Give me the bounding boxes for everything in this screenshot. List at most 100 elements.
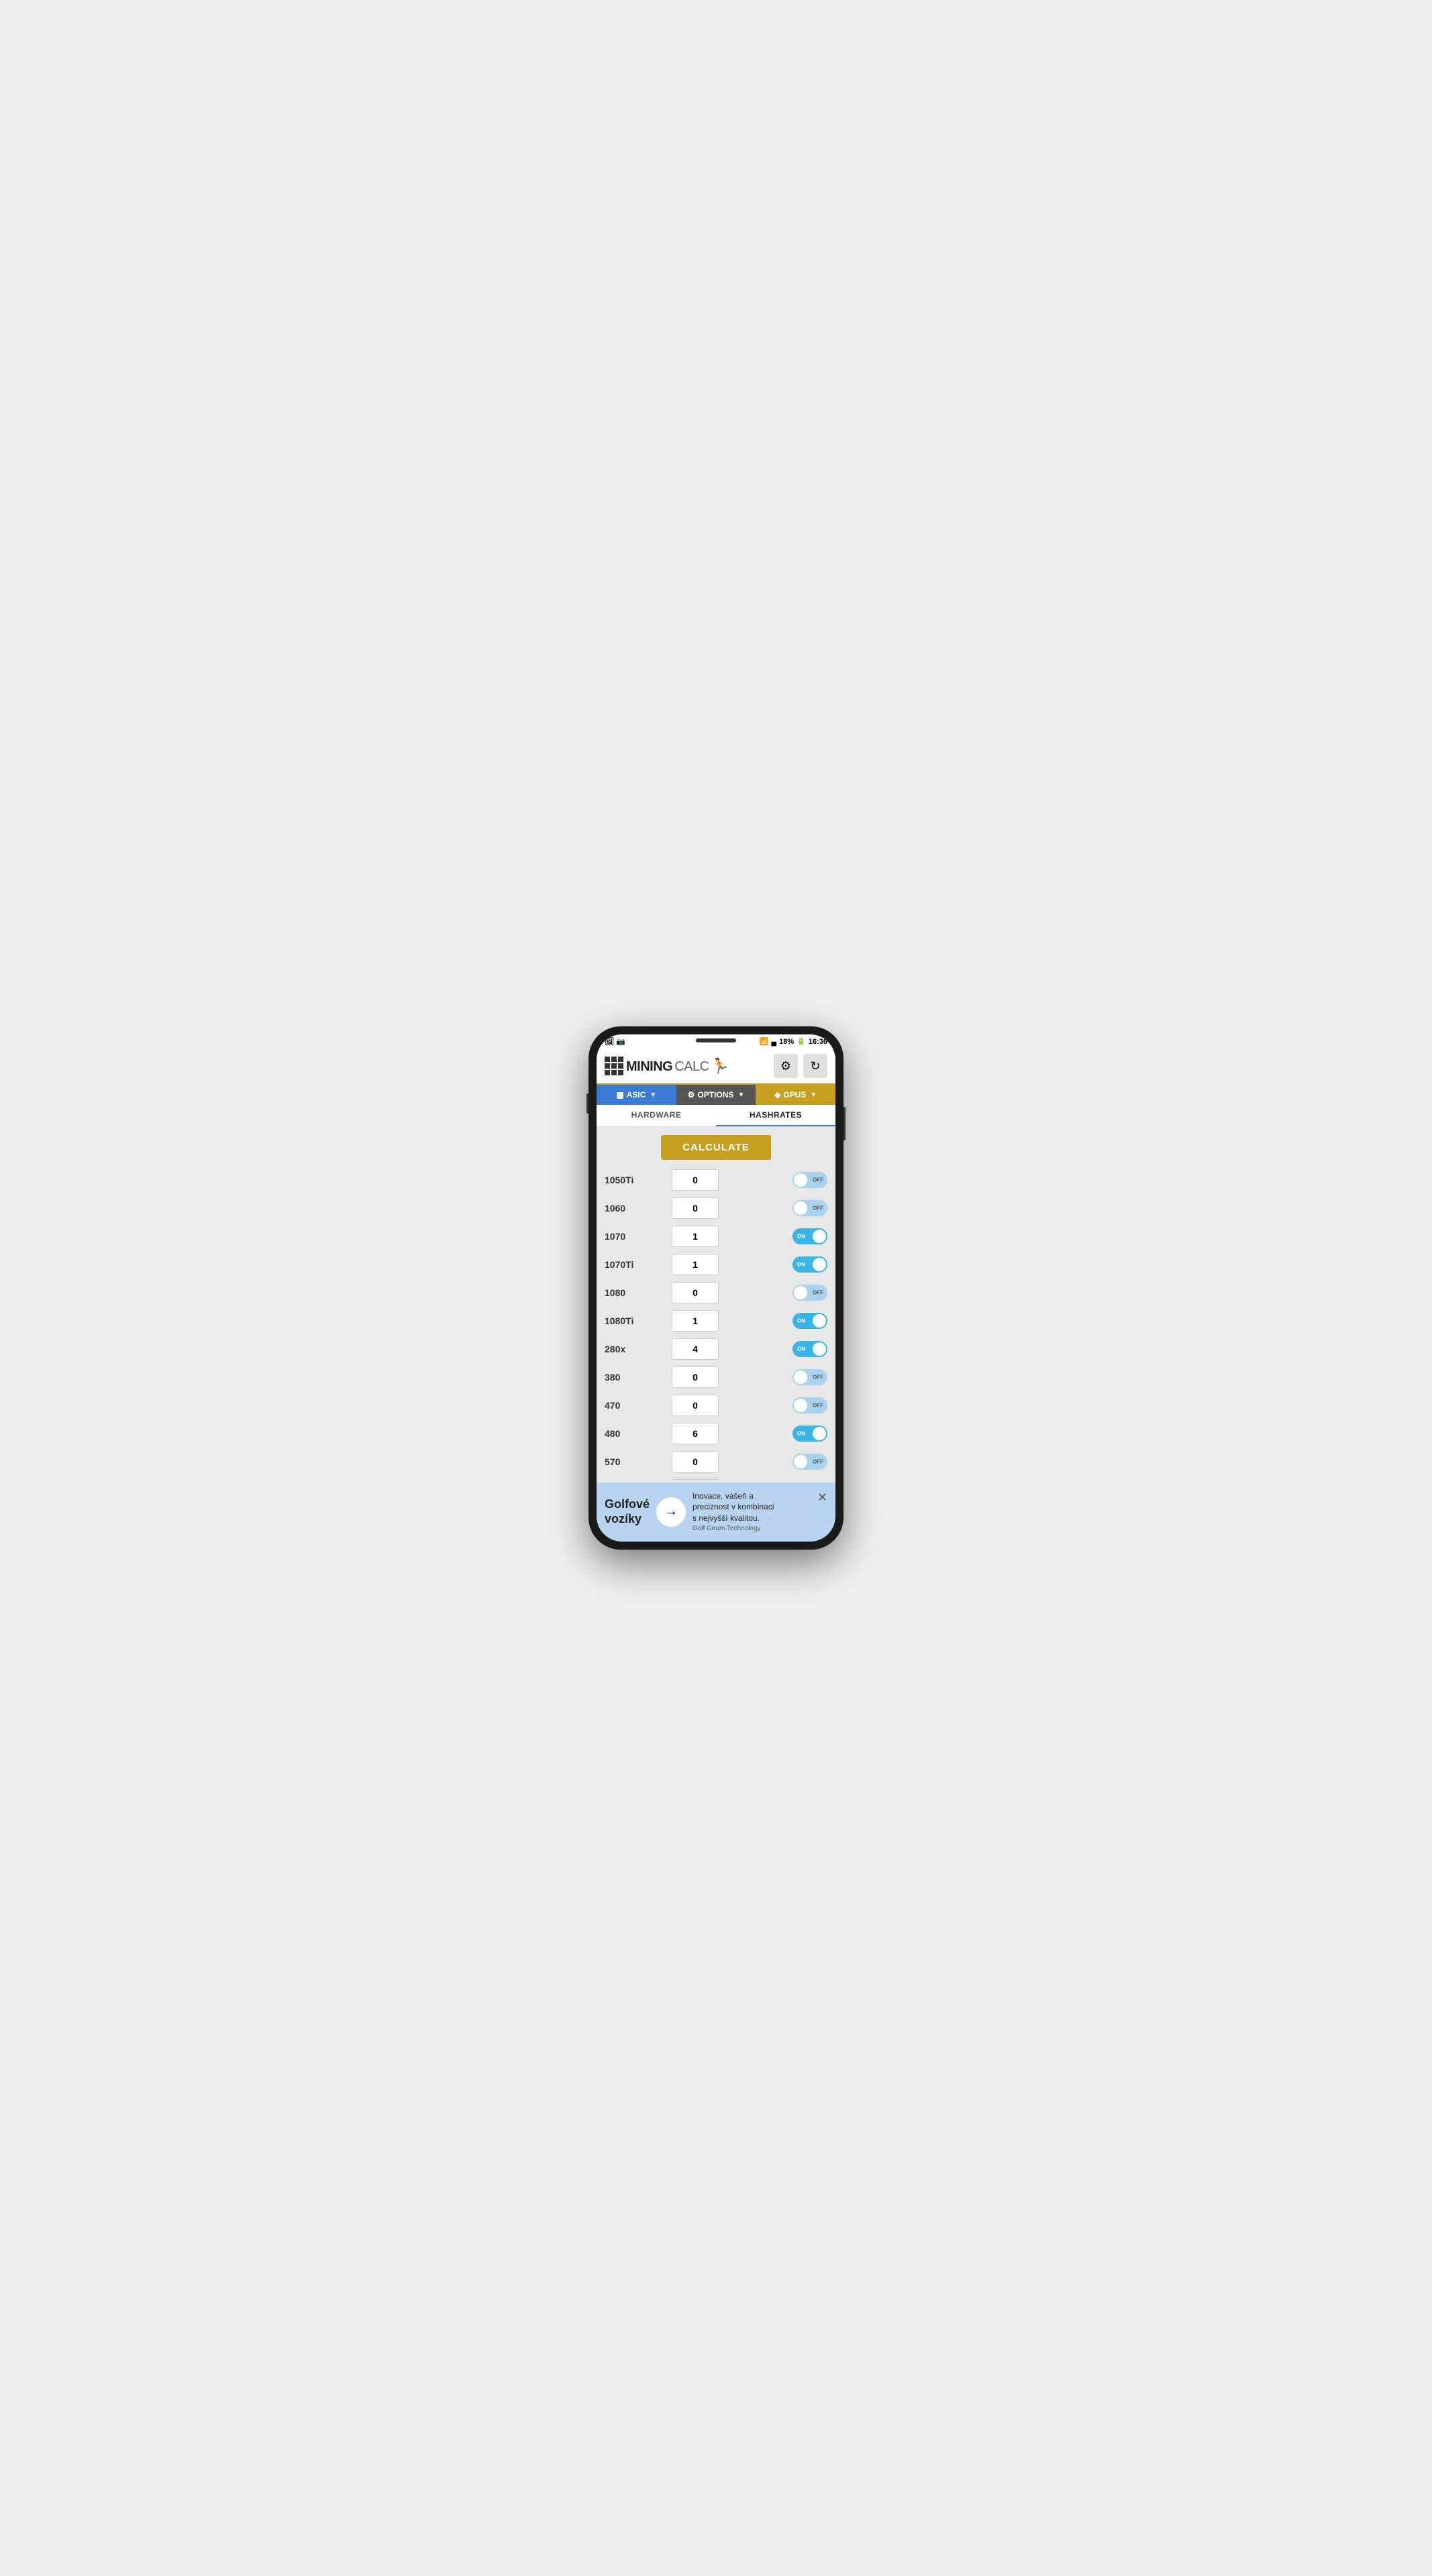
ad-arrow-button[interactable]: → — [656, 1497, 686, 1527]
gpu-row: 1070 ON — [605, 1226, 827, 1247]
gpu-label-470: 470 — [605, 1400, 672, 1411]
options-arrow: ▼ — [737, 1091, 744, 1099]
toggle-wrap-480: ON — [792, 1426, 827, 1442]
logo-grid — [605, 1057, 623, 1075]
toggle-480[interactable]: ON — [792, 1426, 827, 1442]
gpu-row: 480 ON — [605, 1423, 827, 1444]
gpus-arrow: ▼ — [810, 1091, 817, 1099]
gpus-label: GPUS — [783, 1090, 806, 1099]
clock: 16:36 — [809, 1038, 827, 1046]
gpu-label-1080Ti: 1080Ti — [605, 1316, 672, 1326]
gpu-input-1070[interactable] — [672, 1226, 719, 1247]
calculate-button-wrap: CALCULATE — [605, 1135, 827, 1160]
toggle-wrap-1050Ti: OFF — [792, 1172, 827, 1188]
logo-runner-icon: 🏃 — [709, 1055, 731, 1077]
toggle-280x[interactable]: ON — [792, 1341, 827, 1357]
gpu-row: 470 OFF — [605, 1395, 827, 1416]
toggle-380[interactable]: OFF — [792, 1369, 827, 1385]
gpu-row: 1050Ti OFF — [605, 1169, 827, 1191]
refresh-button[interactable]: ↻ — [803, 1054, 827, 1078]
toggle-1080Ti[interactable]: ON — [792, 1313, 827, 1329]
toggle-1050Ti[interactable]: OFF — [792, 1172, 827, 1188]
asic-arrow: ▼ — [650, 1091, 656, 1099]
gpu-label-1050Ti: 1050Ti — [605, 1175, 672, 1185]
toggle-wrap-1070Ti: ON — [792, 1256, 827, 1273]
toggle-wrap-570: OFF — [792, 1454, 827, 1470]
sub-tab-hardware[interactable]: HARDWARE — [597, 1105, 716, 1126]
logo-area: MINING CALC 🏃 — [605, 1057, 729, 1075]
asic-label: ASIC — [627, 1090, 646, 1099]
gpu-row: 570 OFF — [605, 1451, 827, 1472]
sub-tabs: HARDWARE HASHRATES — [597, 1105, 835, 1127]
signal-icon: ▄ — [771, 1038, 776, 1046]
logo-mining: MINING — [626, 1059, 672, 1075]
toggle-570[interactable]: OFF — [792, 1454, 827, 1470]
tab-asic[interactable]: ▦ ASIC ▼ — [597, 1085, 676, 1105]
gpu-input-280x[interactable] — [672, 1338, 719, 1360]
settings-button[interactable]: ⚙ — [774, 1054, 798, 1078]
gpu-label-1080: 1080 — [605, 1287, 672, 1298]
gpu-row: 380 OFF — [605, 1366, 827, 1388]
ad-brand: Golf Geum Technology — [693, 1524, 774, 1534]
ad-banner: Golfové vozíky → Inovace, vášeň a preciz… — [597, 1483, 835, 1542]
toggle-wrap-1070: ON — [792, 1228, 827, 1244]
side-button-right — [843, 1107, 846, 1140]
gpu-label-480: 480 — [605, 1428, 672, 1439]
gpu-label-1070Ti: 1070Ti — [605, 1259, 672, 1270]
gpu-input-1050Ti[interactable] — [672, 1169, 719, 1191]
gpu-label-570: 570 — [605, 1456, 672, 1467]
toggle-470[interactable]: OFF — [792, 1397, 827, 1413]
gpu-input-480[interactable] — [672, 1423, 719, 1444]
gpu-label-380: 380 — [605, 1372, 672, 1383]
phone-frame: 🖼 📷 📶 ▄ 18% 🔋 16:36 MINING CALC — [589, 1026, 843, 1550]
header-actions: ⚙ ↻ — [774, 1054, 827, 1078]
gpu-input-1080Ti[interactable] — [672, 1310, 719, 1332]
gpu-input-380[interactable] — [672, 1366, 719, 1388]
tab-gpus[interactable]: ◈ GPUS ▼ — [756, 1085, 835, 1105]
gpu-row: 280x ON — [605, 1338, 827, 1360]
main-content: CALCULATE 1050Ti OFF 1060 OFF 1070 ON 10… — [597, 1127, 835, 1480]
ad-right-text: Inovace, vášeň a preciznost v kombinaci … — [693, 1491, 774, 1534]
gpu-label-280x: 280x — [605, 1344, 672, 1354]
side-button-left — [586, 1093, 589, 1114]
notification-icons: 🖼 📷 — [605, 1037, 625, 1046]
gpu-row: 1080Ti ON — [605, 1310, 827, 1332]
gpu-input-1070Ti[interactable] — [672, 1254, 719, 1275]
toggle-1080[interactable]: OFF — [792, 1285, 827, 1301]
options-label: OPTIONS — [697, 1090, 733, 1099]
gpus-icon: ◈ — [774, 1090, 780, 1099]
toggle-1070[interactable]: ON — [792, 1228, 827, 1244]
tab-options[interactable]: ⚙ OPTIONS ▼ — [676, 1085, 756, 1105]
asic-icon: ▦ — [616, 1090, 623, 1099]
gpu-input-470[interactable] — [672, 1395, 719, 1416]
battery-icon: 🔋 — [797, 1037, 806, 1046]
phone-screen: 🖼 📷 📶 ▄ 18% 🔋 16:36 MINING CALC — [597, 1034, 835, 1542]
logo-calc: CALC — [674, 1059, 709, 1075]
sub-tab-hashrates[interactable]: HASHRATES — [716, 1105, 835, 1126]
wifi-icon: 📶 — [760, 1037, 769, 1046]
options-icon: ⚙ — [688, 1090, 695, 1099]
ad-close-button[interactable]: ✕ — [817, 1491, 827, 1505]
app-header: MINING CALC 🏃 ⚙ ↻ — [597, 1049, 835, 1085]
gpu-row: 1070Ti ON — [605, 1254, 827, 1275]
gpu-row: 1060 OFF — [605, 1197, 827, 1219]
gpu-input-1080[interactable] — [672, 1282, 719, 1303]
gpu-input-570[interactable] — [672, 1451, 719, 1472]
calculate-button[interactable]: CALCULATE — [661, 1135, 771, 1160]
gpu-label-1070: 1070 — [605, 1231, 672, 1242]
ad-left-text: Golfové vozíky — [605, 1497, 650, 1526]
gpu-row: 580 ON — [605, 1479, 827, 1480]
status-left: 🖼 📷 — [605, 1037, 625, 1046]
gpu-input-1060[interactable] — [672, 1197, 719, 1219]
toggle-1060[interactable]: OFF — [792, 1200, 827, 1216]
toggle-wrap-380: OFF — [792, 1369, 827, 1385]
toggle-wrap-280x: ON — [792, 1341, 827, 1357]
speaker — [696, 1038, 736, 1042]
gpu-input-580[interactable] — [672, 1479, 719, 1480]
gpu-label-1060: 1060 — [605, 1203, 672, 1214]
toggle-wrap-470: OFF — [792, 1397, 827, 1413]
gpu-row: 1080 OFF — [605, 1282, 827, 1303]
battery-level: 18% — [779, 1038, 794, 1046]
toggle-1070Ti[interactable]: ON — [792, 1256, 827, 1273]
toggle-wrap-1080: OFF — [792, 1285, 827, 1301]
